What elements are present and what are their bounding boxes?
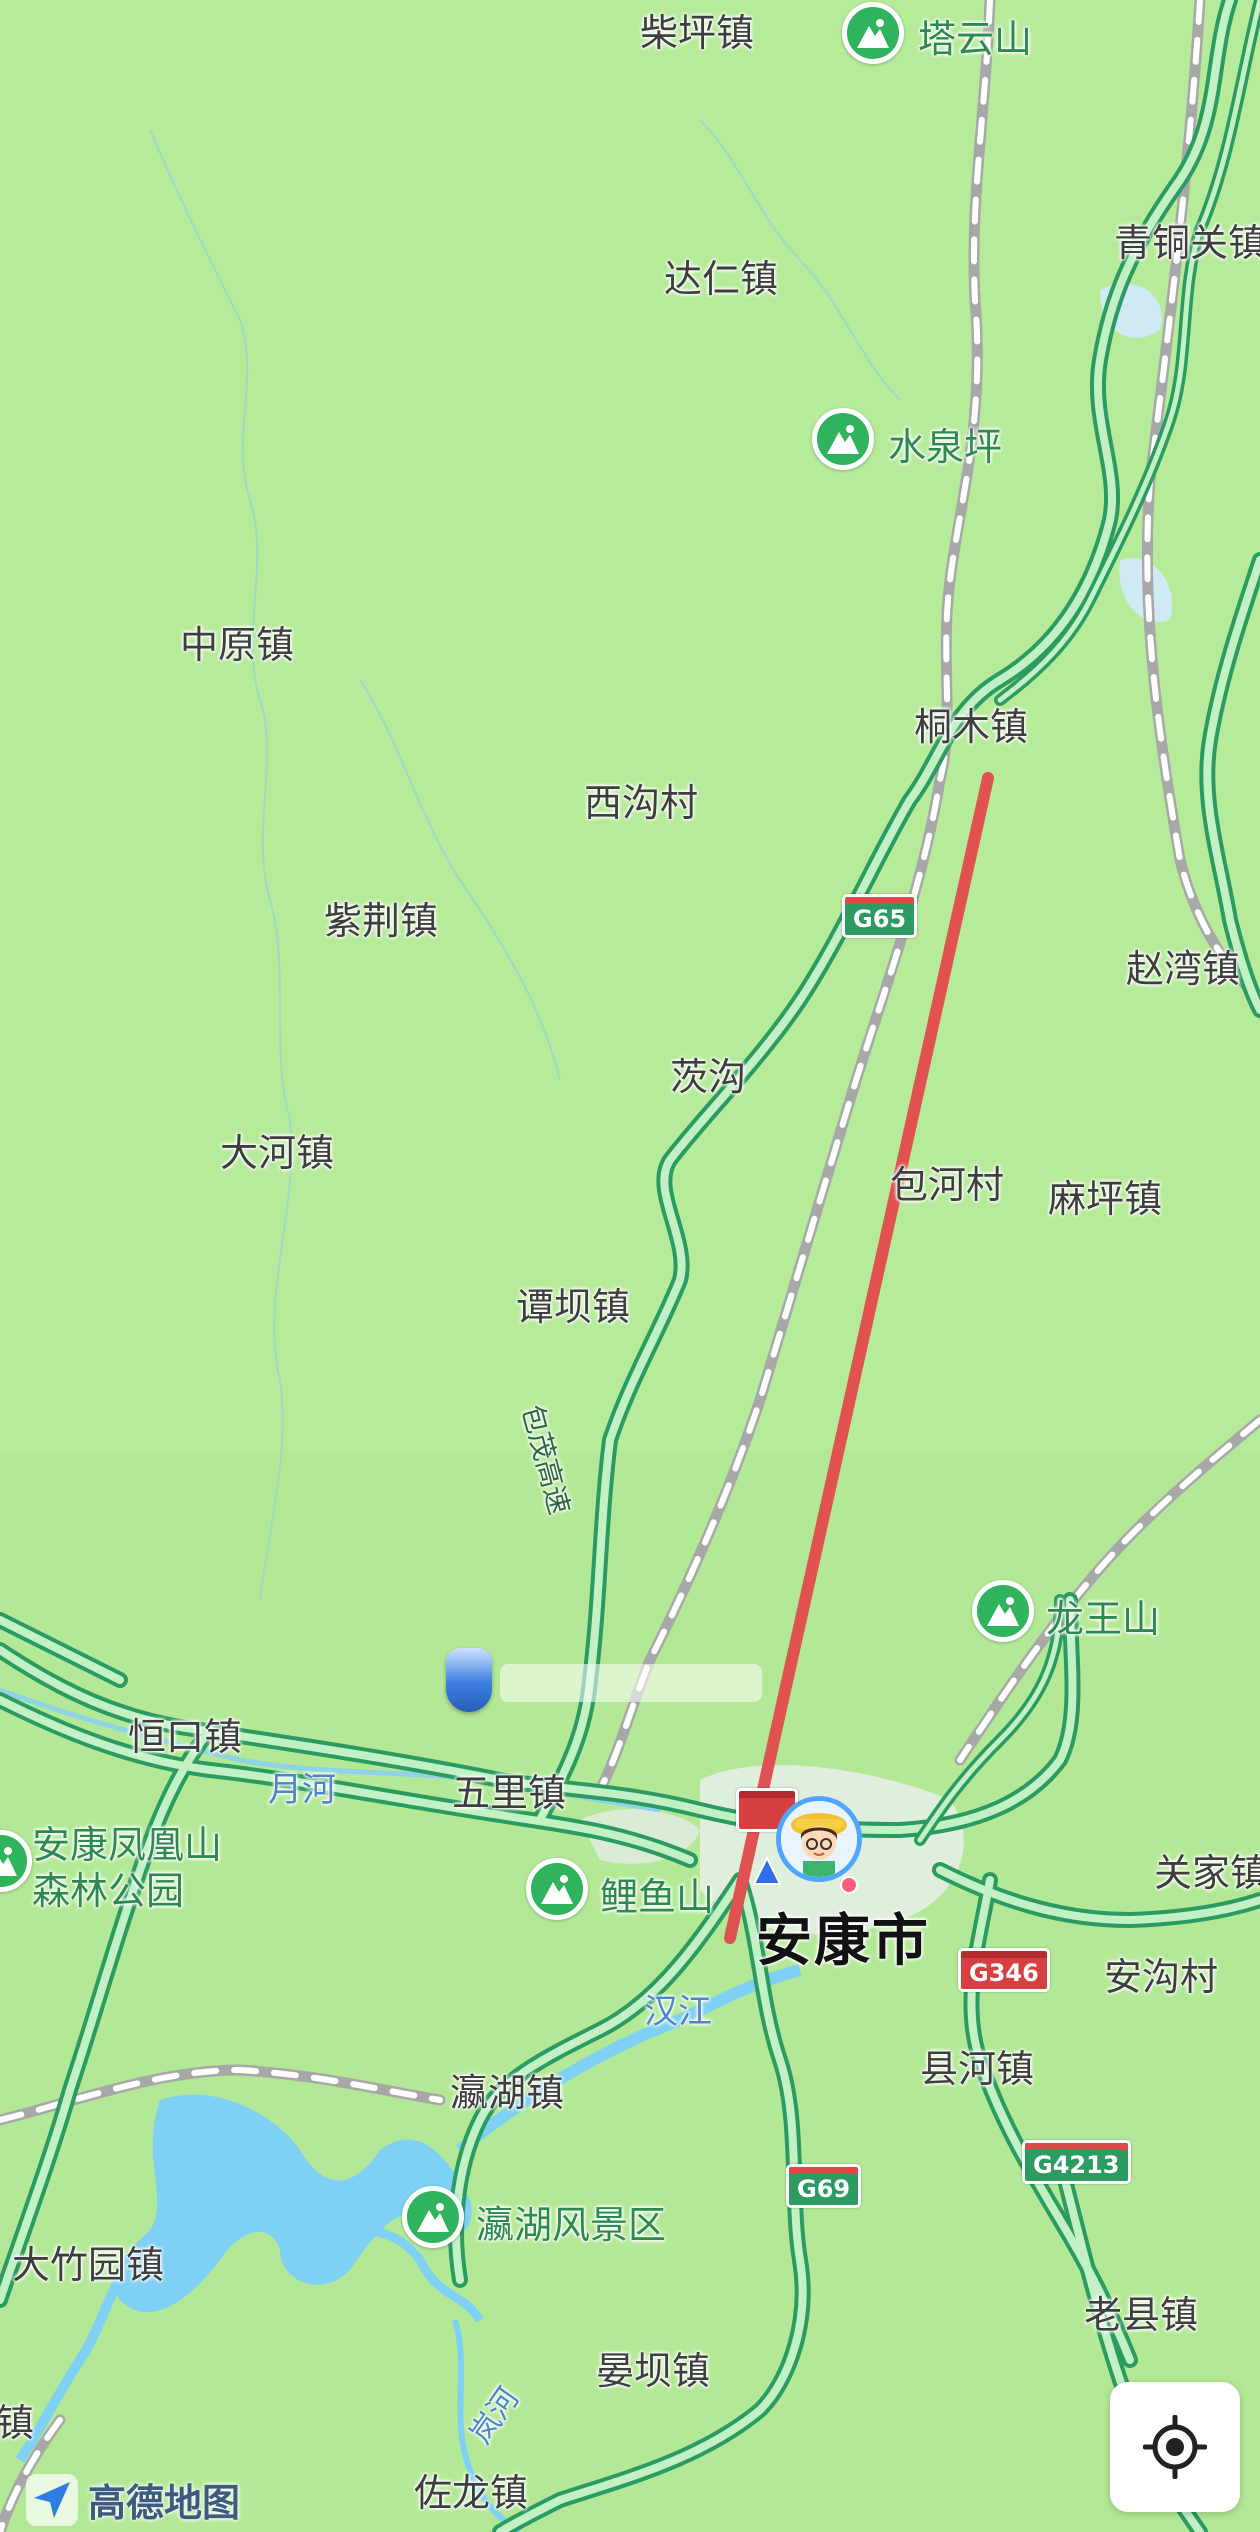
poi-label[interactable]: 瀛湖风景区	[476, 2194, 666, 2249]
navigation-arrow-icon	[752, 1856, 782, 1885]
place-label[interactable]: 五里镇	[452, 1762, 566, 1817]
place-label[interactable]: 西沟村	[584, 772, 698, 827]
place-label[interactable]: 安沟村	[1104, 1946, 1218, 2001]
place-label[interactable]: 紫荆镇	[324, 890, 438, 945]
place-label[interactable]: 老县镇	[1084, 2284, 1198, 2339]
highway-shield[interactable]: G69	[786, 2164, 862, 2208]
mountain-icon[interactable]	[812, 408, 874, 470]
poi-label[interactable]: 塔云山	[918, 8, 1032, 63]
place-label[interactable]: 麻坪镇	[1048, 1168, 1162, 1223]
mountain-icon[interactable]	[842, 2, 904, 64]
place-label[interactable]: 镇	[0, 2392, 34, 2447]
place-label[interactable]: 桐木镇	[914, 696, 1028, 751]
mountain-icon[interactable]	[402, 2186, 464, 2248]
amap-arrow-icon	[26, 2473, 78, 2526]
poi-label[interactable]: 鲤鱼山	[600, 1866, 714, 1921]
place-label[interactable]: 县河镇	[920, 2038, 1034, 2093]
place-label[interactable]: 赵湾镇	[1126, 938, 1240, 993]
river-label: 月河	[268, 1770, 336, 1810]
highway-shield-label: G65	[853, 905, 907, 933]
city-label[interactable]: 安康市	[756, 1896, 930, 1977]
brand-logo: 高德地图	[26, 2472, 240, 2527]
highway-shield-label: G69	[797, 2175, 851, 2203]
place-label[interactable]: 恒口镇	[128, 1706, 242, 1761]
locate-crosshair-icon	[1143, 2415, 1207, 2479]
mountain-icon[interactable]	[972, 1580, 1034, 1642]
highway-shield[interactable]: G346	[958, 1948, 1050, 1992]
place-label[interactable]: 达仁镇	[664, 248, 778, 303]
place-label[interactable]: 佐龙镇	[414, 2462, 528, 2517]
place-label[interactable]: 茨沟	[670, 1046, 746, 1101]
place-label[interactable]: 柴坪镇	[640, 2, 754, 57]
place-label[interactable]: 大河镇	[220, 1122, 334, 1177]
place-label[interactable]: 谭坝镇	[516, 1276, 630, 1331]
river-label: 汉江	[644, 1992, 712, 2032]
place-label[interactable]: 关家镇	[1154, 1842, 1260, 1897]
highway-shield[interactable]: G4213	[1022, 2140, 1131, 2184]
highway-shield-label: G346	[969, 1959, 1039, 1987]
mountain-icon[interactable]	[526, 1858, 588, 1920]
place-label[interactable]: 包河村	[890, 1154, 1004, 1209]
place-label[interactable]: 大竹园镇	[12, 2234, 164, 2289]
poi-label[interactable]: 水泉坪	[888, 416, 1002, 471]
poi-label[interactable]: 森林公园	[32, 1860, 184, 1915]
location-pin-icon[interactable]	[446, 1648, 492, 1712]
user-avatar-marker[interactable]	[776, 1796, 862, 1882]
locate-button[interactable]	[1110, 2382, 1240, 2512]
brand-name: 高德地图	[88, 2481, 241, 2525]
map-canvas[interactable]: 柴坪镇 塔云山 青铜关镇 达仁镇 水泉坪 中原镇 桐木镇 西沟村 紫荆镇 赵湾镇…	[0, 0, 1260, 2532]
highway-shield-label: G4213	[1033, 2151, 1120, 2179]
place-label[interactable]: 晏坝镇	[596, 2340, 710, 2395]
poi-label[interactable]: 龙王山	[1046, 1588, 1160, 1643]
place-label[interactable]: 中原镇	[180, 614, 294, 669]
faded-label-bar	[500, 1664, 762, 1702]
highway-shield[interactable]: G65	[842, 894, 918, 938]
avatar-status-dot	[840, 1876, 858, 1894]
place-label[interactable]: 瀛湖镇	[450, 2062, 564, 2117]
place-label[interactable]: 青铜关镇	[1114, 212, 1260, 267]
